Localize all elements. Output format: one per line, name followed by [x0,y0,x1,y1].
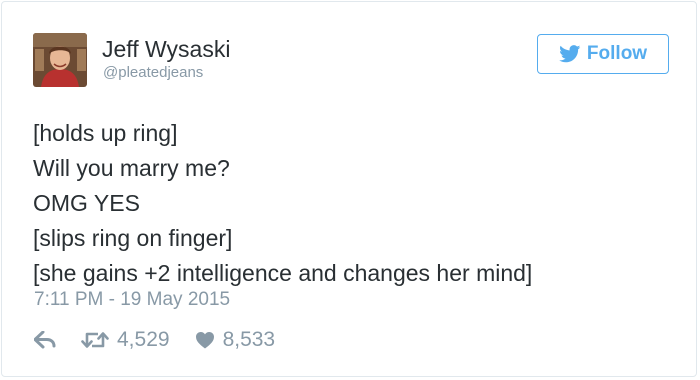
follow-button[interactable]: Follow [537,34,669,74]
tweet-actions: 4,529 8,533 [34,327,275,353]
tweet-text: [holds up ring] Will you marry me? OMG Y… [33,116,683,291]
tweet-line: [slips ring on finger] [33,225,233,251]
twitter-bird-icon [559,45,581,63]
retweet-button[interactable]: 4,529 [81,328,170,352]
author-name[interactable]: Jeff Wysaski [102,36,230,62]
tweet-timestamp[interactable]: 7:11 PM - 19 May 2015 [34,289,230,311]
like-count: 8,533 [222,328,276,351]
follow-button-label: Follow [586,43,648,64]
like-button[interactable]: 8,533 [195,328,276,352]
retweet-icon [81,330,109,350]
tweet-line: [holds up ring] [33,120,178,146]
reply-icon [34,331,56,349]
retweet-count: 4,529 [117,328,170,351]
tweet-line: [she gains +2 intelligence and changes h… [33,260,533,286]
avatar[interactable] [33,33,87,87]
reply-button[interactable] [34,331,56,349]
tweet-line: Will you marry me? [33,155,230,181]
heart-icon [195,331,215,349]
tweet-card: Jeff Wysaski @pleatedjeans Follow [holds… [1,1,697,377]
avatar-image [33,33,87,87]
tweet-line: OMG YES [33,190,140,216]
author-handle[interactable]: @pleatedjeans [103,64,203,82]
